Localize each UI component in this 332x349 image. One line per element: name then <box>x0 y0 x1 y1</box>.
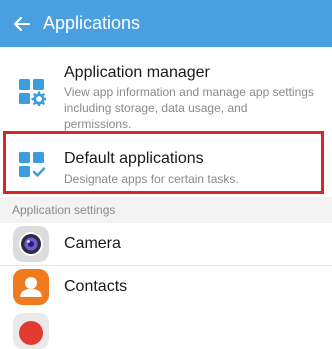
app-item-contacts[interactable]: Contacts <box>0 266 332 308</box>
arrow-left-icon[interactable] <box>11 13 33 35</box>
app-icon-partial <box>13 313 49 349</box>
application-manager-title: Application manager <box>64 64 210 81</box>
application-manager-item[interactable]: Application manager View app information… <box>0 47 332 131</box>
highlight-box <box>3 131 324 194</box>
app-label-contacts: Contacts <box>64 278 128 295</box>
camera-icon <box>13 226 49 262</box>
app-label-camera: Camera <box>64 235 121 252</box>
application-manager-subtitle: View app information and manage app sett… <box>64 85 314 131</box>
app-item-camera[interactable]: Camera <box>0 223 332 265</box>
section-label: Application settings <box>12 203 116 217</box>
grid-gear-icon <box>18 78 47 107</box>
app-bar: Applications <box>0 0 332 47</box>
page-title: Applications <box>43 13 141 33</box>
contacts-icon <box>13 269 49 305</box>
section-header: Application settings <box>0 197 332 223</box>
